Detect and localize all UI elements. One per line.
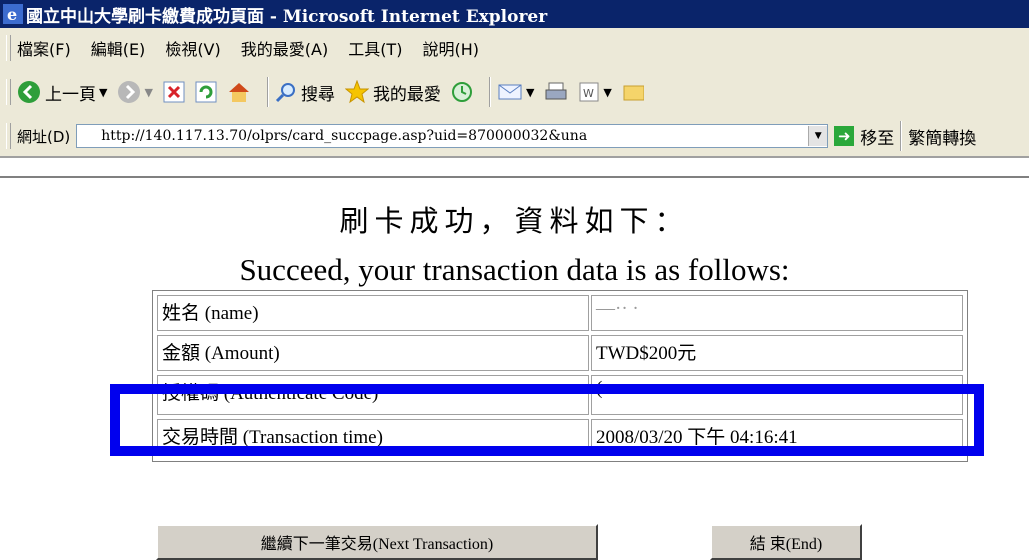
back-button[interactable]: 上一頁 ▼ — [17, 80, 107, 105]
ie-logo-icon: e — [3, 4, 23, 24]
highlight-box — [110, 384, 984, 456]
refresh-icon — [195, 81, 217, 103]
svg-text:e: e — [7, 5, 17, 24]
menu-file[interactable]: 檔案(F) — [17, 36, 71, 60]
menu-edit[interactable]: 編輯(E) — [91, 36, 146, 60]
address-bar: 網址(D) http://140.117.13.70/olprs/card_su… — [0, 116, 1029, 158]
back-arrow-icon — [18, 81, 40, 103]
convert-button[interactable]: 繁簡轉換 — [908, 124, 976, 149]
address-url[interactable]: http://140.117.13.70/olprs/card_succpage… — [77, 128, 808, 144]
refresh-button[interactable] — [195, 81, 217, 103]
address-input[interactable]: http://140.117.13.70/olprs/card_succpage… — [76, 124, 829, 148]
chevron-down-icon[interactable]: ▼ — [808, 126, 828, 146]
search-icon — [275, 83, 295, 103]
chevron-down-icon[interactable]: ▼ — [144, 86, 152, 99]
search-label: 搜尋 — [300, 84, 335, 105]
stop-icon — [163, 81, 185, 103]
address-label: 網址(D) — [17, 127, 71, 146]
print-button[interactable] — [544, 81, 568, 103]
printer-icon — [545, 82, 567, 100]
chevron-down-icon[interactable]: ▼ — [526, 86, 534, 99]
search-button[interactable]: 搜尋 — [275, 80, 335, 105]
address-grip — [6, 123, 11, 149]
toolbar-separator — [488, 77, 491, 107]
folder-icon — [623, 85, 644, 101]
favorites-label: 我的最愛 — [372, 84, 441, 105]
star-icon — [344, 80, 369, 104]
favorites-button[interactable]: 我的最愛 — [344, 80, 441, 105]
chevron-down-icon[interactable]: ▼ — [603, 86, 611, 99]
row-value-name: —·· · — [591, 295, 963, 331]
window-titlebar: e 國立中山大學刷卡繳費成功頁面 - Microsoft Internet Ex… — [0, 0, 1029, 28]
history-button[interactable] — [451, 81, 473, 103]
go-label: 移至 — [860, 128, 895, 149]
go-arrow-icon: ➜ — [834, 126, 855, 146]
back-label: 上一頁 — [45, 84, 96, 105]
end-button[interactable]: 結 束(End) — [710, 524, 862, 560]
mail-icon — [498, 84, 522, 100]
window-title: 國立中山大學刷卡繳費成功頁面 - Microsoft Internet Expl… — [26, 6, 548, 27]
address-separator — [900, 121, 903, 151]
toolbar-grip — [6, 79, 11, 105]
row-label-name: 姓名 (name) — [157, 295, 589, 331]
menu-favorites[interactable]: 我的最愛(A) — [241, 36, 328, 60]
page-heading-chinese: 刷卡成功，資料如下： — [339, 204, 690, 238]
row-value-amount: TWD$200元 — [591, 335, 963, 371]
home-icon — [228, 83, 249, 102]
menu-grip — [6, 35, 11, 61]
stop-button[interactable] — [163, 81, 185, 103]
home-button[interactable] — [227, 81, 251, 103]
edit-button[interactable]: W ▼ — [578, 81, 612, 103]
forward-button[interactable]: ▼ — [117, 80, 153, 104]
svg-text:W: W — [583, 87, 594, 100]
chevron-down-icon[interactable]: ▼ — [99, 86, 107, 99]
next-transaction-button[interactable]: 繼續下一筆交易(Next Transaction) — [156, 524, 598, 560]
go-button[interactable]: ➜ 移至 — [834, 124, 894, 149]
menu-bar: 檔案(F) 編輯(E) 檢視(V) 我的最愛(A) 工具(T) 說明(H) — [0, 28, 1029, 69]
page-content: 刷卡成功，資料如下： Succeed, your transaction dat… — [0, 176, 1029, 560]
row-label-amount: 金額 (Amount) — [157, 335, 589, 371]
standard-toolbar: 上一頁 ▼ ▼ 搜尋 我的最愛 ▼ W ▼ — [0, 68, 1029, 117]
menu-tools[interactable]: 工具(T) — [348, 36, 402, 60]
page-heading-english: Succeed, your transaction data is as fol… — [239, 252, 790, 287]
history-icon — [451, 82, 472, 102]
forward-arrow-icon — [118, 81, 141, 103]
folder-button[interactable] — [622, 81, 644, 103]
word-icon: W — [579, 82, 599, 102]
mail-button[interactable]: ▼ — [497, 81, 534, 103]
toolbar-separator — [266, 77, 269, 107]
menu-help[interactable]: 說明(H) — [422, 36, 479, 60]
menu-view[interactable]: 檢視(V) — [165, 36, 220, 60]
